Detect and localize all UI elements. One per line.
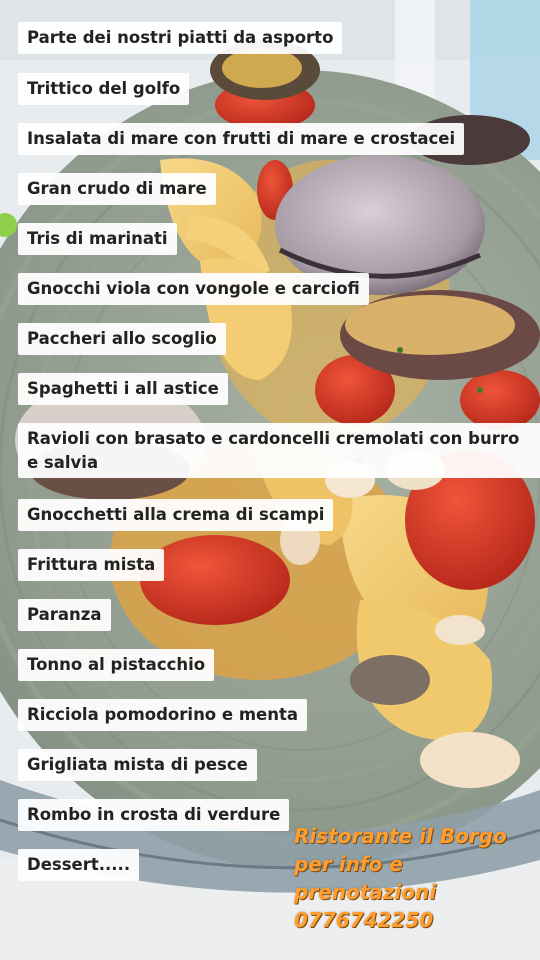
menu-item: Ravioli con brasato e cardoncelli cremol… bbox=[18, 423, 540, 478]
booking-line: prenotazioni bbox=[294, 880, 437, 904]
menu-item: Paranza bbox=[18, 599, 111, 631]
menu-item: Frittura mista bbox=[18, 549, 165, 581]
menu-item: Gran crudo di mare bbox=[18, 173, 216, 205]
menu-item: Trittico del golfo bbox=[18, 73, 190, 105]
menu-item: Rombo in crosta di verdure bbox=[18, 799, 290, 831]
menu-item: Gnocchi viola con vongole e carciofi bbox=[18, 273, 369, 305]
menu-item: Ricciola pomodorino e menta bbox=[18, 699, 307, 731]
menu-item: Parte dei nostri piatti da asporto bbox=[18, 22, 343, 54]
menu-item: Tris di marinati bbox=[18, 223, 177, 255]
phone-number[interactable]: 0776742250 bbox=[294, 906, 507, 934]
menu-item: Insalata di mare con frutti di mare e cr… bbox=[18, 123, 465, 155]
restaurant-name: Ristorante il Borgo bbox=[294, 824, 507, 848]
restaurant-promo: Ristorante il Borgo per info e prenotazi… bbox=[294, 822, 507, 934]
menu-item: Paccheri allo scoglio bbox=[18, 323, 226, 355]
menu-item: Spaghetti i all astice bbox=[18, 373, 228, 405]
menu-item: Gnocchetti alla crema di scampi bbox=[18, 499, 334, 531]
menu-item: Grigliata mista di pesce bbox=[18, 749, 257, 781]
info-line: per info e bbox=[294, 852, 403, 876]
menu-item: Tonno al pistacchio bbox=[18, 649, 215, 681]
menu-item: Dessert..... bbox=[18, 849, 140, 881]
